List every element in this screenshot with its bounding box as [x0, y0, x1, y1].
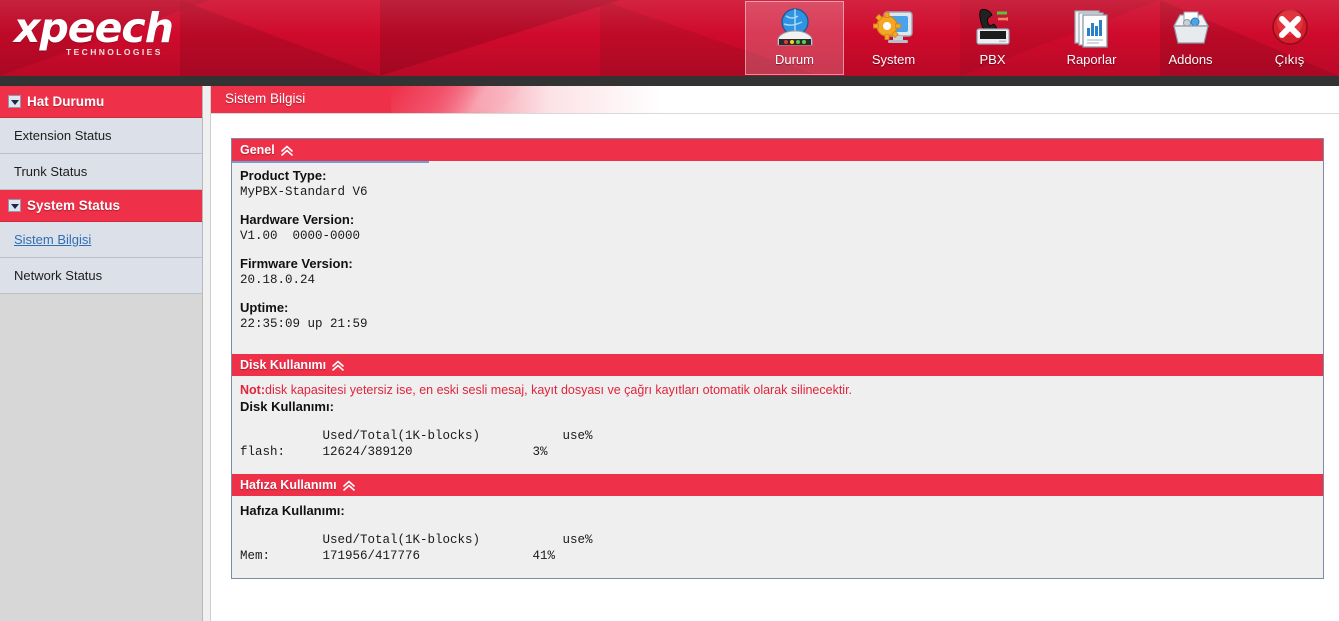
collapse-chevron-icon[interactable] — [332, 359, 344, 371]
section-body-disk-kullanimi: Not:disk kapasitesi yetersiz ise, en esk… — [232, 376, 1323, 474]
status-globe-icon — [772, 5, 818, 51]
nav-item-raporlar[interactable]: Raporlar — [1042, 1, 1141, 75]
sidebar-item-sistem-bilgisi[interactable]: Sistem Bilgisi — [0, 222, 202, 258]
logo-wordmark: xpeech — [14, 4, 174, 52]
section-header-hafiza-kullanimi[interactable]: Hafıza Kullanımı — [232, 474, 1323, 496]
hafiza-subtitle: Hafıza Kullanımı: — [240, 503, 345, 518]
pbx-phone-icon — [970, 5, 1016, 51]
section-underline — [232, 161, 429, 163]
logout-close-icon — [1267, 5, 1313, 51]
sidebar-item-extension-status[interactable]: Extension Status — [0, 118, 202, 154]
sidebar-group-label: System Status — [27, 198, 121, 213]
disk-usage-table: Used/Total(1K-blocks) use% flash: 12624/… — [240, 429, 593, 459]
top-header-bar: xpeech TECHNOLOGIES Durum System PBX Rap… — [0, 0, 1339, 76]
collapse-chevron-icon[interactable] — [280, 144, 293, 156]
field-value-uptime: 22:35:09 up 21:59 — [240, 317, 368, 331]
sidebar-item-network-status[interactable]: Network Status — [0, 258, 202, 294]
sidebar-group-hat-durumu[interactable]: Hat Durumu — [0, 86, 202, 118]
system-info-panel: Genel Product Type: MyPBX-Standard V6 Ha… — [231, 138, 1324, 579]
disk-note-prefix: Not: — [240, 383, 265, 397]
page-title-rule — [211, 113, 1339, 114]
field-label-product-type: Product Type: — [240, 168, 327, 183]
field-value-firmware-version: 20.18.0.24 — [240, 273, 316, 287]
sidebar-item-label: Trunk Status — [14, 164, 88, 179]
sidebar-item-label: Extension Status — [14, 128, 112, 143]
sidebar-item-trunk-status[interactable]: Trunk Status — [0, 154, 202, 190]
chevron-down-icon — [8, 199, 21, 212]
page-title-bar: Sistem Bilgisi — [211, 86, 1339, 114]
system-gear-monitor-icon — [871, 5, 917, 51]
addons-box-icon — [1168, 5, 1214, 51]
nav-item-durum[interactable]: Durum — [745, 1, 844, 75]
chevron-down-icon — [8, 95, 21, 108]
nav-label-raporlar: Raporlar — [1066, 52, 1117, 67]
nav-label-addons: Addons — [1168, 52, 1213, 67]
section-title-disk-kullanimi: Disk Kullanımı — [240, 358, 327, 372]
content-area: Sistem Bilgisi Genel Product Type: MyPBX… — [211, 86, 1339, 621]
disk-subtitle: Disk Kullanımı: — [240, 399, 334, 414]
sidebar-group-system-status[interactable]: System Status — [0, 190, 202, 222]
nav-item-system[interactable]: System — [844, 1, 943, 75]
field-spacer — [240, 244, 1323, 255]
sidebar-item-label: Network Status — [14, 268, 103, 283]
sidebar-group-label: Hat Durumu — [27, 94, 105, 109]
header-divider — [0, 76, 1339, 86]
memory-usage-table: Used/Total(1K-blocks) use% Mem: 171956/4… — [240, 533, 593, 563]
collapse-chevron-icon[interactable] — [342, 479, 355, 491]
page-title: Sistem Bilgisi — [225, 91, 306, 106]
sidebar-item-label: Sistem Bilgisi — [14, 232, 92, 247]
nav-label-cikis: Çıkış — [1274, 52, 1305, 67]
nav-item-pbx[interactable]: PBX — [943, 1, 1042, 75]
reports-chart-icon — [1069, 5, 1115, 51]
field-spacer — [240, 288, 1323, 299]
page-title-background — [211, 86, 1339, 114]
nav-label-durum: Durum — [774, 52, 814, 67]
section-title-genel: Genel — [240, 143, 275, 157]
brand-logo[interactable]: xpeech TECHNOLOGIES — [14, 6, 214, 68]
field-label-hardware-version: Hardware Version: — [240, 212, 355, 227]
field-label-firmware-version: Firmware Version: — [240, 256, 353, 271]
field-spacer — [240, 200, 1323, 211]
field-value-hardware-version: V1.00 0000-0000 — [240, 229, 361, 243]
section-header-genel[interactable]: Genel — [232, 139, 1323, 163]
main-navigation: Durum System PBX Raporlar Addons Çıkış — [745, 0, 1339, 76]
nav-label-system: System — [871, 52, 916, 67]
nav-item-addons[interactable]: Addons — [1141, 1, 1240, 75]
field-value-product-type: MyPBX-Standard V6 — [240, 185, 368, 199]
section-body-hafiza-kullanimi: Hafıza Kullanımı: Used/Total(1K-blocks) … — [232, 496, 1323, 578]
nav-item-cikis[interactable]: Çıkış — [1240, 1, 1339, 75]
section-header-disk-kullanimi[interactable]: Disk Kullanımı — [232, 354, 1323, 376]
section-body-genel: Product Type: MyPBX-Standard V6 Hardware… — [232, 161, 1323, 354]
field-label-uptime: Uptime: — [240, 300, 289, 315]
disk-note-text: disk kapasitesi yetersiz ise, en eski se… — [265, 383, 853, 397]
logo-tagline: TECHNOLOGIES — [66, 47, 163, 57]
application-window: xpeech TECHNOLOGIES Durum System PBX Rap… — [0, 0, 1339, 621]
section-title-hafiza-kullanimi: Hafıza Kullanımı — [240, 478, 337, 492]
sidebar-content-gutter — [203, 86, 211, 621]
nav-label-pbx: PBX — [979, 52, 1006, 67]
disk-note: Not:disk kapasitesi yetersiz ise, en esk… — [240, 382, 1323, 398]
sidebar: Hat Durumu Extension Status Trunk Status… — [0, 86, 203, 621]
